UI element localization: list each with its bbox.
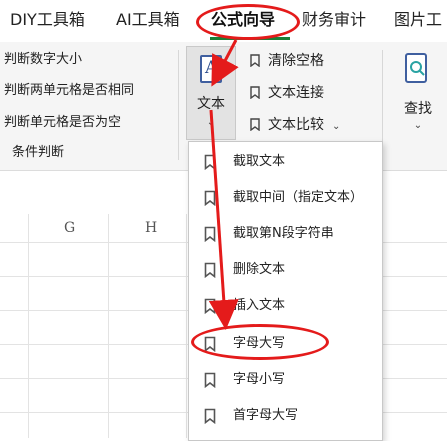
text-dropdown-menu: 截取文本 截取中间（指定文本） 截取第N段字符串 删除文本 插入文本 字母大写 … bbox=[188, 141, 383, 441]
bookmark-icon bbox=[250, 86, 260, 99]
bookmark-icon bbox=[204, 408, 216, 424]
active-tab-indicator bbox=[210, 37, 290, 40]
grid-line bbox=[186, 214, 187, 438]
tab-ai-toolbox[interactable]: AI工具箱 bbox=[116, 10, 180, 30]
text-button[interactable]: A 文本 ⌄ bbox=[186, 46, 236, 140]
find-button-label: 查找 bbox=[404, 101, 432, 117]
menu-item-capitalize[interactable]: 首字母大写 bbox=[189, 398, 382, 434]
ribbon-item-text-compare[interactable]: 文本比较 ⌄ bbox=[250, 116, 340, 136]
tab-formula-wizard[interactable]: 公式向导 bbox=[211, 10, 275, 30]
menu-tab-bar: DIY工具箱 AI工具箱 公式向导 财务审计 图片工 bbox=[0, 0, 447, 43]
chevron-down-icon: ⌄ bbox=[206, 117, 216, 128]
bookmark-icon bbox=[250, 118, 260, 131]
grid-line bbox=[108, 214, 109, 438]
bookmark-icon bbox=[250, 54, 260, 67]
bookmark-icon bbox=[204, 298, 216, 314]
ribbon-item-conditional[interactable]: 条件判断 bbox=[12, 145, 64, 161]
bookmark-icon bbox=[204, 372, 216, 388]
find-document-icon bbox=[405, 53, 427, 83]
ribbon-item-text-join[interactable]: 文本连接 bbox=[250, 84, 324, 102]
bookmark-icon bbox=[204, 262, 216, 278]
bookmark-icon bbox=[204, 226, 216, 242]
grid-line bbox=[28, 214, 29, 438]
menu-item-delete-text[interactable]: 删除文本 bbox=[189, 252, 382, 288]
ribbon-item-compare-numbers[interactable]: 判断数字大小 bbox=[4, 52, 82, 68]
ribbon-item-cell-empty[interactable]: 判断单元格是否为空 bbox=[4, 115, 121, 131]
bookmark-icon bbox=[204, 336, 216, 352]
chevron-down-icon: ⌄ bbox=[413, 120, 423, 131]
menu-item-uppercase[interactable]: 字母大写 bbox=[189, 326, 382, 362]
chevron-down-icon: ⌄ bbox=[332, 121, 341, 132]
text-button-label: 文本 bbox=[197, 96, 225, 112]
menu-item-insert-text[interactable]: 插入文本 bbox=[189, 288, 382, 324]
column-header-g[interactable]: G bbox=[64, 220, 75, 236]
menu-item-extract-middle[interactable]: 截取中间（指定文本） bbox=[189, 180, 382, 216]
column-header-h[interactable]: H bbox=[145, 220, 157, 236]
ribbon-item-clear-spaces[interactable]: 清除空格 bbox=[250, 52, 324, 70]
find-button[interactable]: 查找 ⌄ bbox=[396, 50, 442, 150]
menu-item-extract-nth-segment[interactable]: 截取第N段字符串 bbox=[189, 216, 382, 252]
menu-item-lowercase[interactable]: 字母小写 bbox=[189, 362, 382, 398]
tab-financial-audit[interactable]: 财务审计 bbox=[302, 10, 366, 30]
bookmark-icon bbox=[204, 190, 216, 206]
ribbon-separator bbox=[178, 50, 179, 160]
tab-image-tools[interactable]: 图片工 bbox=[394, 10, 442, 30]
text-document-icon: A bbox=[200, 55, 222, 83]
bookmark-icon bbox=[204, 154, 216, 170]
tab-diy-toolbox[interactable]: DIY工具箱 bbox=[10, 10, 85, 30]
ribbon-item-cells-equal[interactable]: 判断两单元格是否相同 bbox=[4, 83, 134, 99]
menu-item-extract-text[interactable]: 截取文本 bbox=[189, 144, 382, 180]
